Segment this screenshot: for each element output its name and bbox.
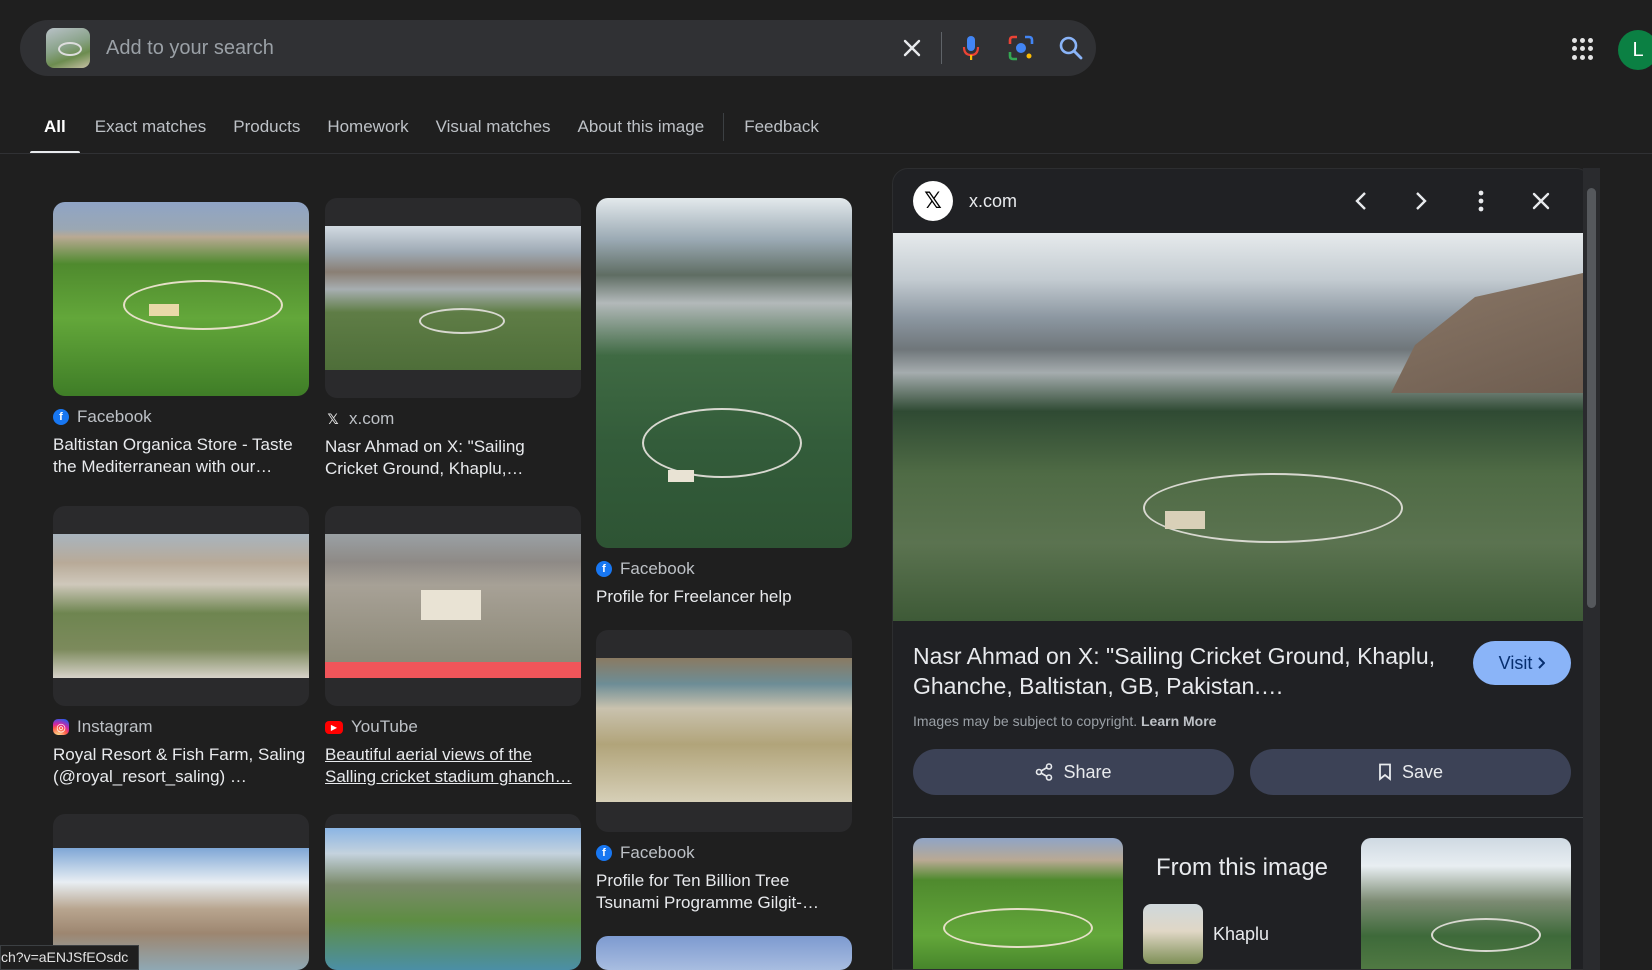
facebook-icon: f [53,409,69,425]
result-card[interactable]: 𝕏x.com Nasr Ahmad on X: "Sailing Cricket… [325,198,581,480]
search-bar [20,20,1096,76]
khaplu-thumbnail [1143,904,1203,964]
search-input[interactable] [106,36,887,60]
tab-exact-matches[interactable]: Exact matches [95,100,207,154]
result-card[interactable]: f Facebook Profile for Ten Billion Tree T… [596,630,852,914]
result-card[interactable]: f Facebook Baltistan Organica Store - Tas… [53,202,309,478]
scrollbar-thumb[interactable] [1587,188,1596,608]
facebook-icon: f [596,845,612,861]
result-image[interactable] [325,198,581,398]
result-card[interactable]: ◎ Instagram Royal Resort & Fish Farm, Sal… [53,506,309,788]
tab-feedback[interactable]: Feedback [744,100,819,154]
result-title[interactable]: Baltistan Organica Store - Taste the Med… [53,434,309,478]
result-source: 𝕏x.com [325,408,581,430]
result-image[interactable] [325,814,581,970]
facebook-icon: f [596,561,612,577]
status-bar-url: ch?v=aENJSfEOsdc [0,945,140,970]
visit-button[interactable]: Visit [1473,641,1571,685]
chip-label: Khaplu [1213,923,1270,944]
more-options-icon[interactable] [1451,181,1511,221]
youtube-icon: ▶ [325,720,343,734]
x-icon: 𝕏 [327,410,339,427]
result-image[interactable] [596,936,852,970]
tab-products[interactable]: Products [233,100,300,154]
panel-header: 𝕏 x.com [893,169,1591,233]
save-button[interactable]: Save [1250,749,1571,795]
result-title[interactable]: Profile for Ten Billion Tree Tsunami Pro… [596,870,852,914]
tabs-underline-border [0,153,1652,154]
result-source: ▶ YouTube [325,716,581,738]
panel-site-name[interactable]: x.com [969,191,1331,212]
google-apps-icon[interactable] [1572,38,1594,60]
lens-icon[interactable] [996,20,1046,76]
copyright-notice: Images may be subject to copyright. Lear… [913,713,1217,729]
result-image[interactable] [596,198,852,548]
previous-icon[interactable] [1331,181,1391,221]
result-card[interactable] [596,936,852,970]
account-avatar[interactable]: L [1618,30,1652,70]
learn-more-link[interactable]: Learn More [1141,713,1216,729]
microphone-icon[interactable] [946,20,996,76]
result-title[interactable]: Royal Resort & Fish Farm, Saling (@royal… [53,744,309,788]
result-image[interactable] [596,630,852,832]
from-this-image-heading: From this image [1155,854,1329,881]
result-card[interactable]: ▶ YouTube Beautiful aerial views of the S… [325,506,581,788]
result-source: ◎ Instagram [53,716,309,738]
from-image-right-thumbnail[interactable] [1361,838,1571,969]
x-logo-icon: 𝕏 [913,181,953,221]
tab-about-this-image[interactable]: About this image [578,100,705,154]
next-icon[interactable] [1391,181,1451,221]
clear-icon[interactable] [887,20,937,76]
search-icon[interactable] [1046,20,1096,76]
search-image-thumbnail[interactable] [46,28,90,68]
search-divider [941,32,942,64]
result-title[interactable]: Profile for Freelancer help [596,586,852,608]
entity-chip-khaplu[interactable]: Khaplu [1143,904,1341,964]
from-image-left-thumbnail[interactable] [913,838,1123,969]
tab-divider [723,113,725,141]
share-button[interactable]: Share [913,749,1234,795]
filter-tabs: All Exact matches Products Homework Visu… [30,100,846,154]
bookmark-icon [1379,763,1391,781]
share-icon [1036,763,1053,781]
tab-homework[interactable]: Homework [327,100,408,154]
result-source: f Facebook [53,406,309,428]
result-title[interactable]: Nasr Ahmad on X: "Sailing Cricket Ground… [325,436,581,480]
panel-title[interactable]: Nasr Ahmad on X: "Sailing Cricket Ground… [913,641,1443,701]
result-title[interactable]: Beautiful aerial views of the Salling cr… [325,744,581,788]
result-card[interactable] [325,814,581,970]
close-icon[interactable] [1511,181,1571,221]
tab-visual-matches[interactable]: Visual matches [436,100,551,154]
instagram-icon: ◎ [53,719,69,735]
panel-scrollbar[interactable] [1583,168,1600,970]
result-image[interactable] [53,202,309,396]
result-card[interactable]: f Facebook Profile for Freelancer help [596,198,852,608]
image-detail-panel: 𝕏 x.com Nasr Ahmad on X: "Sailing Cricke… [892,168,1592,970]
tab-all[interactable]: All [30,100,80,154]
result-image[interactable] [325,506,581,706]
result-source: f Facebook [596,842,852,864]
panel-main-image[interactable] [893,233,1583,621]
result-source: f Facebook [596,558,852,580]
result-image[interactable] [53,506,309,706]
